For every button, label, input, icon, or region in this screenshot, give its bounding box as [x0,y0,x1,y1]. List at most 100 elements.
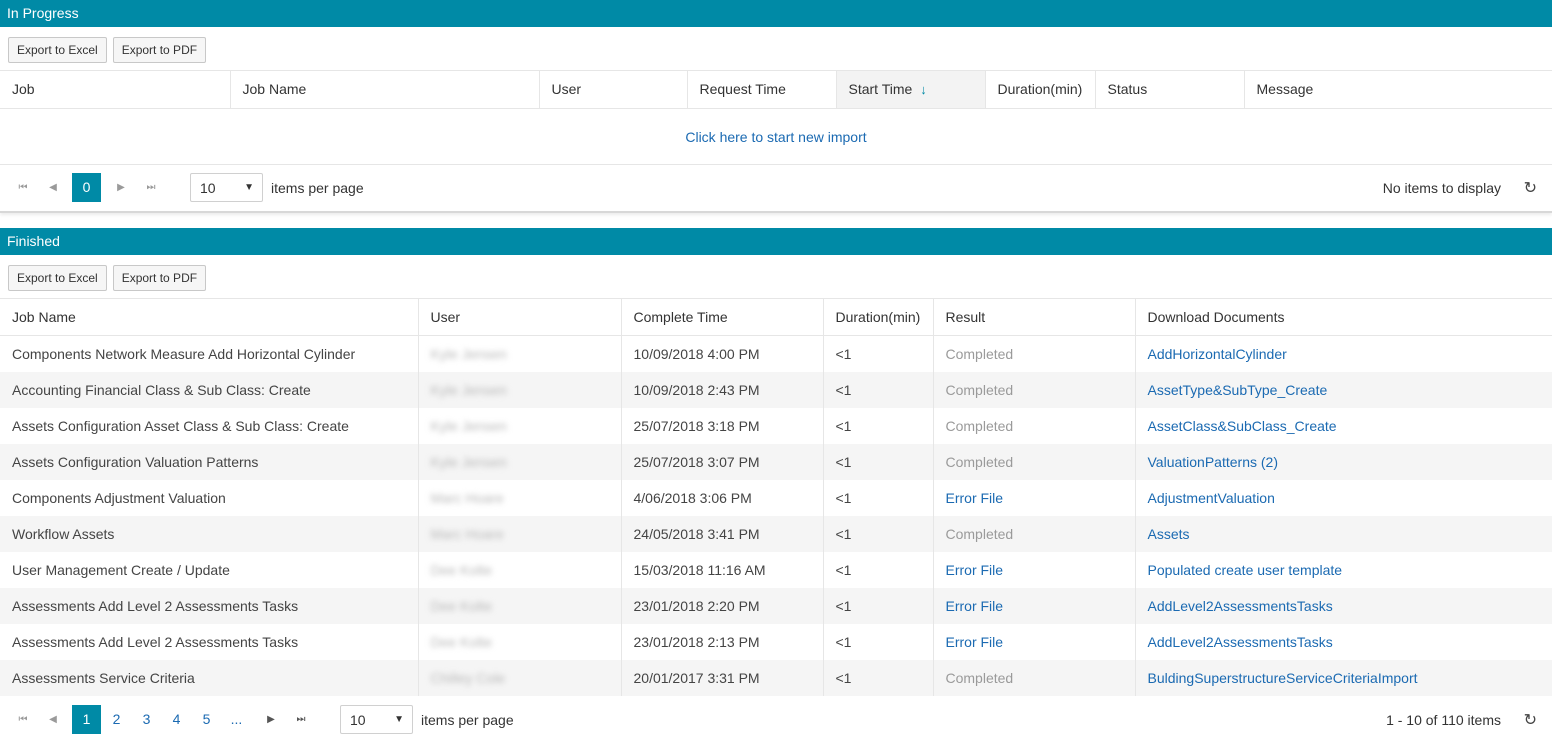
column-header-message[interactable]: Message [1243,71,1552,109]
result-cell[interactable]: Error File [932,551,1135,588]
duration-cell: <1 [822,551,933,588]
download-link[interactable]: AddHorizontalCylinder [1134,335,1552,372]
duration-cell-text: <1 [835,669,852,686]
first-page-icon[interactable]: ⏮ [12,714,34,725]
table-row[interactable]: User Management Create / Update Dee Kolte… [0,551,1552,588]
download-link-text[interactable]: AddLevel2AssessmentsTasks [1148,598,1333,614]
download-link[interactable]: ValuationPatterns (2) [1134,443,1552,480]
page-number-3[interactable]: 3 [132,705,161,734]
column-header-start-time[interactable]: Start Time ↓ [835,71,985,109]
refresh-icon[interactable]: ↻ [1524,710,1537,730]
complete-time-cell: 23/01/2018 2:13 PM [620,623,823,660]
user-cell-text: Kyle Jensen [430,345,507,362]
page-numbers: 1 2 3 4 5... [72,705,252,734]
column-header-duration[interactable]: Duration(min) [984,71,1095,109]
download-link[interactable]: AddLevel2AssessmentsTasks [1134,587,1552,624]
complete-time-cell-text: 25/07/2018 3:07 PM [633,453,760,470]
table-row[interactable]: Assessments Service Criteria Chilley Cole… [0,659,1552,696]
next-page-icon[interactable]: ▶ [110,182,132,193]
page-number-1[interactable]: 1 [72,705,101,734]
column-header-result[interactable]: Result [932,298,1135,336]
export-pdf-button[interactable]: Export to PDF [112,37,207,63]
page-number-4[interactable]: 4 [162,705,191,734]
download-link-text[interactable]: Populated create user template [1148,562,1343,578]
download-link-text[interactable]: Assets [1148,526,1190,542]
prev-page-icon[interactable]: ◀ [42,182,64,193]
job-name-cell: Assessments Service Criteria [0,659,418,696]
column-header-user[interactable]: User [538,71,687,109]
column-header-complete-time[interactable]: Complete Time [620,298,823,336]
finished-panel: Finished Export to Excel Export to PDF J… [0,227,1552,744]
result-cell-text[interactable]: Error File [946,490,1004,506]
result-cell-text[interactable]: Error File [946,634,1004,650]
next-page-icon[interactable]: ▶ [260,714,282,725]
download-link[interactable]: Populated create user template [1134,551,1552,588]
prev-page-icon[interactable]: ◀ [42,714,64,725]
empty-row: Click here to start new import [0,109,1552,165]
job-name-cell-text: Assets Configuration Asset Class & Sub C… [12,417,349,434]
download-link-text[interactable]: AssetType&SubType_Create [1148,382,1328,398]
complete-time-cell: 15/03/2018 11:16 AM [620,551,823,588]
table-row[interactable]: Assets Configuration Asset Class & Sub C… [0,407,1552,444]
column-header-job-name[interactable]: Job Name [0,298,418,336]
duration-cell: <1 [822,659,933,696]
table-row[interactable]: Assets Configuration Valuation Patterns K… [0,443,1552,480]
page-size-select[interactable]: 10 ▼ [190,173,263,202]
duration-cell: <1 [822,479,933,516]
user-cell: Kyle Jensen [417,443,621,480]
page-number-2[interactable]: 2 [102,705,131,734]
column-header-job[interactable]: Job [0,71,230,109]
table-row[interactable]: Assessments Add Level 2 Assessments Task… [0,587,1552,624]
table-row[interactable]: Workflow Assets Marc Hoare 24/05/2018 3:41… [0,515,1552,552]
finished-pager: ⏮ ◀ 1 2 3 4 5... ▶ ⏭ 10 ▼ items per page 1 -… [0,696,1552,744]
export-excel-button[interactable]: Export to Excel [8,37,107,63]
chevron-down-icon: ▼ [394,714,404,725]
first-page-icon[interactable]: ⏮ [12,182,34,193]
result-cell[interactable]: Error File [932,587,1135,624]
column-header-request-time[interactable]: Request Time [686,71,836,109]
page-number-current[interactable]: 0 [72,173,101,202]
result-cell-text[interactable]: Error File [946,598,1004,614]
job-name-cell-text: Components Network Measure Add Horizonta… [12,345,356,362]
in-progress-toolbar: Export to Excel Export to PDF [0,27,1552,71]
download-link[interactable]: AdjustmentValuation [1134,479,1552,516]
complete-time-cell: 25/07/2018 3:07 PM [620,443,823,480]
download-link[interactable]: Assets [1134,515,1552,552]
export-pdf-button[interactable]: Export to PDF [112,264,207,291]
page-number-more[interactable]: ... [222,705,251,734]
result-cell[interactable]: Error File [932,479,1135,516]
download-link-text[interactable]: AddHorizontalCylinder [1148,346,1287,362]
download-link-text[interactable]: AdjustmentValuation [1148,490,1275,506]
table-row[interactable]: Components Network Measure Add Horizonta… [0,335,1552,372]
download-link[interactable]: AddLevel2AssessmentsTasks [1134,623,1552,660]
column-header-user[interactable]: User [417,298,621,336]
complete-time-cell: 20/01/2017 3:31 PM [620,659,823,696]
last-page-icon[interactable]: ⏭ [290,714,312,725]
result-cell[interactable]: Error File [932,623,1135,660]
user-cell-text: Chilley Cole [430,669,506,686]
result-cell-text[interactable]: Error File [946,562,1004,578]
column-header-status[interactable]: Status [1094,71,1244,109]
last-page-icon[interactable]: ⏭ [140,182,162,193]
download-link[interactable]: BuldingSuperstructureServiceCriteriaImpo… [1134,659,1552,696]
refresh-icon[interactable]: ↻ [1524,178,1537,198]
sort-descending-icon: ↓ [920,82,927,98]
column-header-job-name[interactable]: Job Name [229,71,539,109]
column-header-duration[interactable]: Duration(min) [822,298,933,336]
table-row[interactable]: Components Adjustment Valuation Marc Hoar… [0,479,1552,516]
table-row[interactable]: Accounting Financial Class & Sub Class: … [0,371,1552,408]
column-header-download-documents[interactable]: Download Documents [1134,298,1552,336]
download-link[interactable]: AssetClass&SubClass_Create [1134,407,1552,444]
page-number-5[interactable]: 5 [192,705,221,734]
download-link-text[interactable]: AddLevel2AssessmentsTasks [1148,634,1333,650]
download-link[interactable]: AssetType&SubType_Create [1134,371,1552,408]
download-link-text[interactable]: BuldingSuperstructureServiceCriteriaImpo… [1148,670,1418,686]
page-size-select[interactable]: 10 ▼ [340,705,413,734]
download-link-text[interactable]: AssetClass&SubClass_Create [1148,418,1337,434]
table-row[interactable]: Assessments Add Level 2 Assessments Task… [0,623,1552,660]
duration-cell-text: <1 [835,453,852,470]
export-excel-button[interactable]: Export to Excel [8,264,107,291]
start-new-import-link[interactable]: Click here to start new import [685,129,866,145]
user-cell: Chilley Cole [417,659,621,696]
download-link-text[interactable]: ValuationPatterns (2) [1148,454,1278,470]
